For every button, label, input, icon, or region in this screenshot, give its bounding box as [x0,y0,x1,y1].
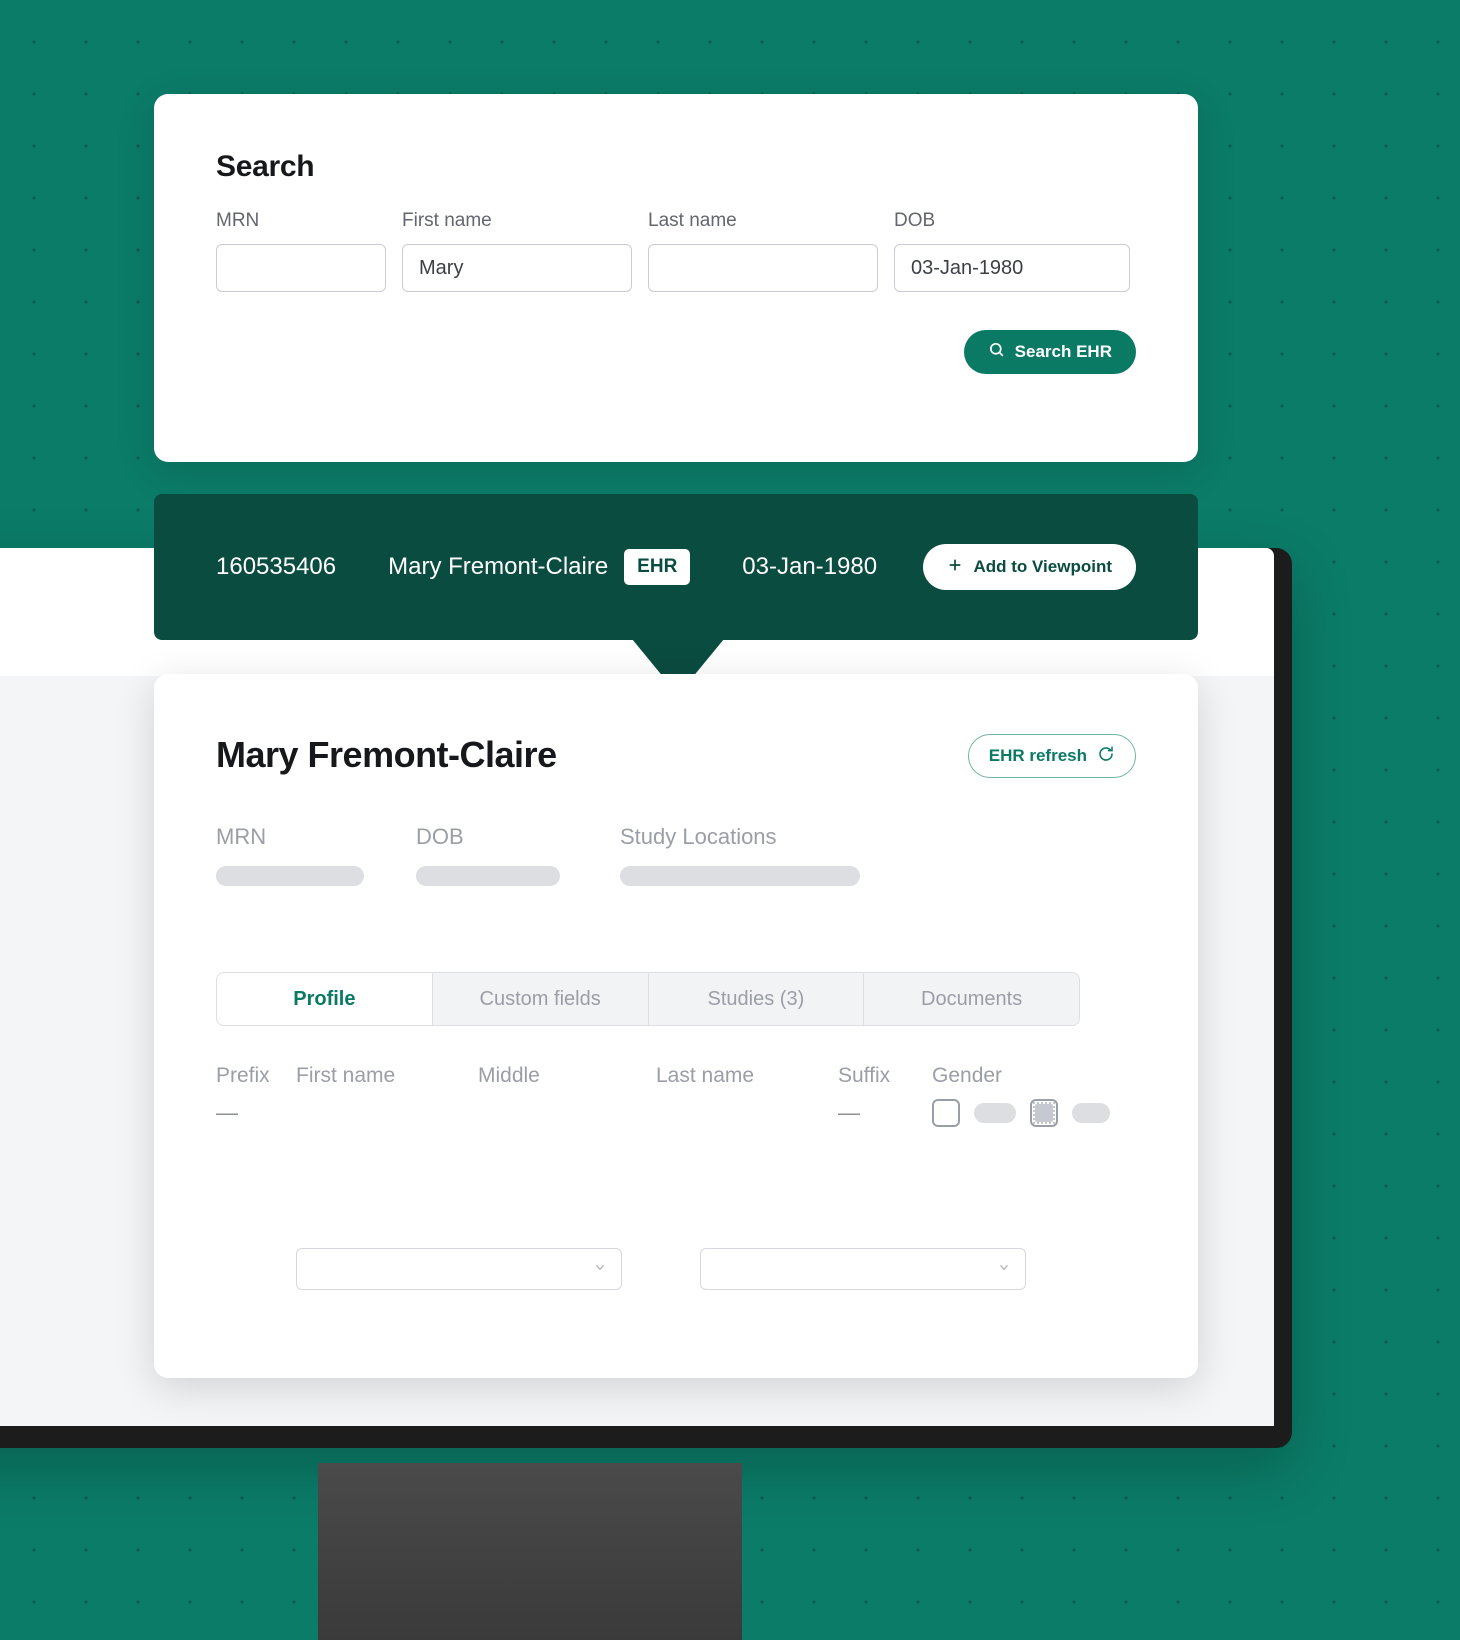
search-card: Search MRN First name Last name DOB [154,94,1198,462]
profile-row [216,1138,1136,1188]
column-header-first-name: First name [296,1064,396,1087]
tab-documents[interactable]: Documents [864,973,1079,1025]
search-ehr-button[interactable]: Search EHR [963,330,1136,374]
mrn-input[interactable] [216,244,386,292]
monitor-stand [318,1463,742,1640]
column-header-gender: Gender [932,1064,1003,1087]
gender-label-placeholder-2 [1072,1103,1110,1123]
column-header-middle: Middle [478,1064,540,1087]
profile-select-2[interactable] [700,1248,1026,1290]
dob-field-group: DOB [894,210,1130,292]
patient-summary-row: MRN DOB Study Locations [216,824,1136,886]
search-title: Search [216,150,315,183]
first-name-field-group: First name [402,210,632,292]
column-header-prefix: Prefix [216,1064,270,1087]
mrn-field-group: MRN [216,210,386,292]
dob-label: DOB [894,210,936,231]
column-header-last-name: Last name [656,1064,755,1087]
last-name-field-group: Last name [648,210,878,292]
summary-study-locations-placeholder [620,866,860,886]
first-name-input[interactable] [402,244,632,292]
gender-checkbox-unchecked[interactable] [932,1099,960,1127]
tab-custom-fields[interactable]: Custom fields [432,973,649,1025]
ehr-refresh-button[interactable]: EHR refresh [967,734,1136,778]
profile-prefix-value: — [216,1100,238,1125]
profile-column-headers: Prefix First name Middle Last name Suffi… [216,1052,1136,1088]
add-to-viewpoint-button[interactable]: Add to Viewpoint [923,544,1136,590]
profile-suffix-value: — [838,1100,860,1125]
last-name-input[interactable] [648,244,878,292]
banner-dob: 03-Jan-1980 [742,553,878,580]
search-ehr-label: Search EHR [1014,342,1112,361]
patient-tabs: Profile Custom fields Studies (3) Docume… [216,972,1080,1026]
banner-mrn: 160535406 [216,553,337,580]
summary-dob-label: DOB [416,824,464,849]
gender-checkbox-checked[interactable] [1030,1099,1058,1127]
summary-dob-placeholder [416,866,560,886]
summary-mrn-placeholder [216,866,364,886]
summary-study-locations: Study Locations [620,824,880,886]
dob-input-wrapper [894,244,1130,292]
summary-study-locations-label: Study Locations [620,824,777,849]
profile-select-1[interactable] [296,1248,622,1290]
last-name-label: Last name [648,210,737,231]
mrn-label: MRN [216,210,260,231]
refresh-icon [1097,745,1115,768]
add-to-viewpoint-label: Add to Viewpoint [973,557,1112,576]
page-title: Mary Fremont-Claire [216,734,557,775]
banner-ehr-badge: EHR [624,549,691,585]
summary-mrn: MRN [216,824,416,886]
profile-grid: Prefix First name Middle Last name Suffi… [216,1052,1136,1294]
first-name-label: First name [402,210,492,231]
summary-mrn-label: MRN [216,824,267,849]
profile-row [216,1244,1136,1294]
tab-studies[interactable]: Studies (3) [648,973,865,1025]
patient-detail-card: Mary Fremont-Claire EHR refresh MRN DOB … [154,674,1198,1378]
column-header-suffix: Suffix [838,1064,891,1087]
banner-patient-name: Mary Fremont-Claire [388,553,609,580]
summary-dob: DOB [416,824,620,886]
patient-header: Mary Fremont-Claire EHR refresh [216,734,1136,778]
search-icon [988,341,1005,363]
tab-profile[interactable]: Profile [217,973,433,1025]
profile-gender-cell [932,1099,1132,1127]
search-fields-row: MRN First name Last name DOB [216,210,1136,292]
gender-label-placeholder-1 [974,1103,1016,1123]
dob-input[interactable] [895,245,1129,291]
plus-icon [947,557,963,578]
profile-row [216,1188,1136,1238]
profile-row: — — [216,1088,1136,1138]
search-actions-row: Search EHR [216,330,1136,374]
chevron-down-icon [997,1260,1011,1279]
patient-banner: 160535406 Mary Fremont-Claire EHR 03-Jan… [154,494,1198,640]
ehr-refresh-label: EHR refresh [988,746,1087,765]
chevron-down-icon [593,1260,607,1279]
